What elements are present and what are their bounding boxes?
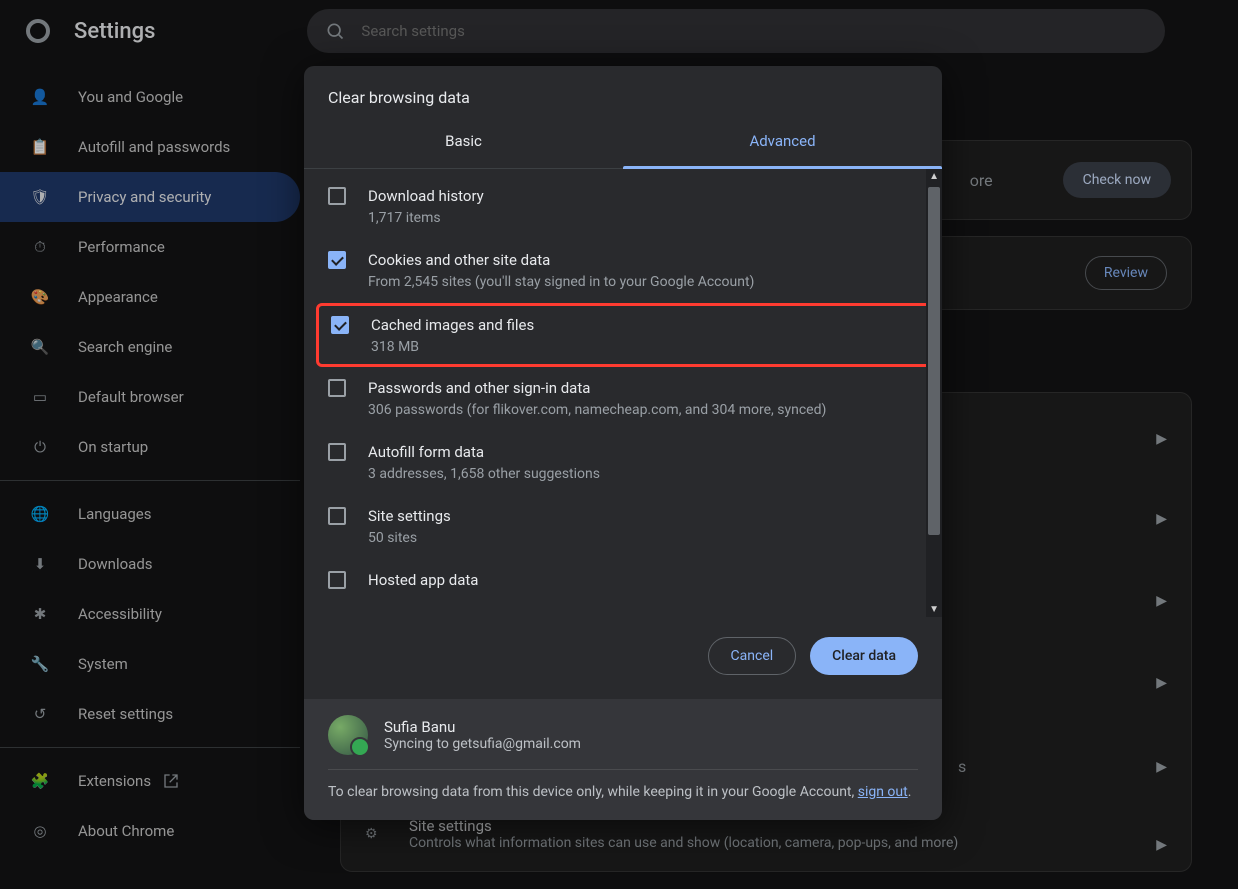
option-title: Passwords and other sign-in data (368, 377, 826, 399)
cancel-button[interactable]: Cancel (708, 637, 797, 675)
options-list: Download history1,717 items Cookies and … (304, 169, 942, 617)
option-passwords[interactable]: Passwords and other sign-in data306 pass… (304, 367, 942, 431)
dialog-tabs: Basic Advanced (304, 113, 942, 169)
footer-text-a: To clear browsing data from this device … (328, 784, 858, 800)
footer-text-b: . (908, 784, 912, 800)
scrollbar-thumb[interactable] (928, 187, 940, 535)
option-cached-images-files[interactable]: Cached images and files318 MB (316, 303, 934, 367)
dialog-footer: Sufia Banu Syncing to getsufia@gmail.com… (304, 699, 942, 820)
scrollbar-track[interactable]: ▲ ▼ (926, 169, 942, 617)
option-title: Cookies and other site data (368, 249, 754, 271)
option-sub: 1,717 items (368, 207, 484, 229)
dialog-actions: Cancel Clear data (304, 617, 942, 699)
checkbox[interactable] (328, 571, 346, 589)
option-title: Hosted app data (368, 569, 478, 591)
checkbox[interactable] (328, 251, 346, 269)
option-cookies[interactable]: Cookies and other site dataFrom 2,545 si… (304, 239, 942, 303)
footer-divider (328, 769, 918, 770)
user-info: Sufia Banu Syncing to getsufia@gmail.com (328, 715, 918, 755)
scroll-down-icon[interactable]: ▼ (929, 604, 939, 615)
option-title: Site settings (368, 505, 451, 527)
dialog-title: Clear browsing data (304, 66, 942, 113)
option-sub: 306 passwords (for flikover.com, nameche… (368, 399, 826, 421)
option-site-settings[interactable]: Site settings50 sites (304, 495, 942, 559)
clear-browsing-data-dialog: Clear browsing data Basic Advanced Downl… (304, 66, 942, 820)
option-hosted-app-data[interactable]: Hosted app data (304, 559, 942, 591)
sign-out-link[interactable]: sign out (858, 784, 908, 800)
footer-text: To clear browsing data from this device … (328, 784, 918, 800)
checkbox[interactable] (328, 187, 346, 205)
clear-data-button[interactable]: Clear data (810, 637, 918, 675)
checkbox[interactable] (328, 507, 346, 525)
user-name: Sufia Banu (384, 718, 581, 736)
avatar (328, 715, 368, 755)
option-download-history[interactable]: Download history1,717 items (304, 175, 942, 239)
option-autofill-form-data[interactable]: Autofill form data3 addresses, 1,658 oth… (304, 431, 942, 495)
option-title: Download history (368, 185, 484, 207)
scroll-up-icon[interactable]: ▲ (929, 171, 939, 182)
user-sync-status: Syncing to getsufia@gmail.com (384, 736, 581, 752)
option-sub: 318 MB (371, 336, 534, 358)
tab-advanced[interactable]: Advanced (623, 113, 942, 168)
option-sub: From 2,545 sites (you'll stay signed in … (368, 271, 754, 293)
checkbox[interactable] (331, 316, 349, 334)
tab-basic[interactable]: Basic (304, 113, 623, 168)
option-title: Cached images and files (371, 314, 534, 336)
option-sub: 3 addresses, 1,658 other suggestions (368, 463, 600, 485)
option-sub: 50 sites (368, 527, 451, 549)
option-title: Autofill form data (368, 441, 600, 463)
checkbox[interactable] (328, 379, 346, 397)
checkbox[interactable] (328, 443, 346, 461)
